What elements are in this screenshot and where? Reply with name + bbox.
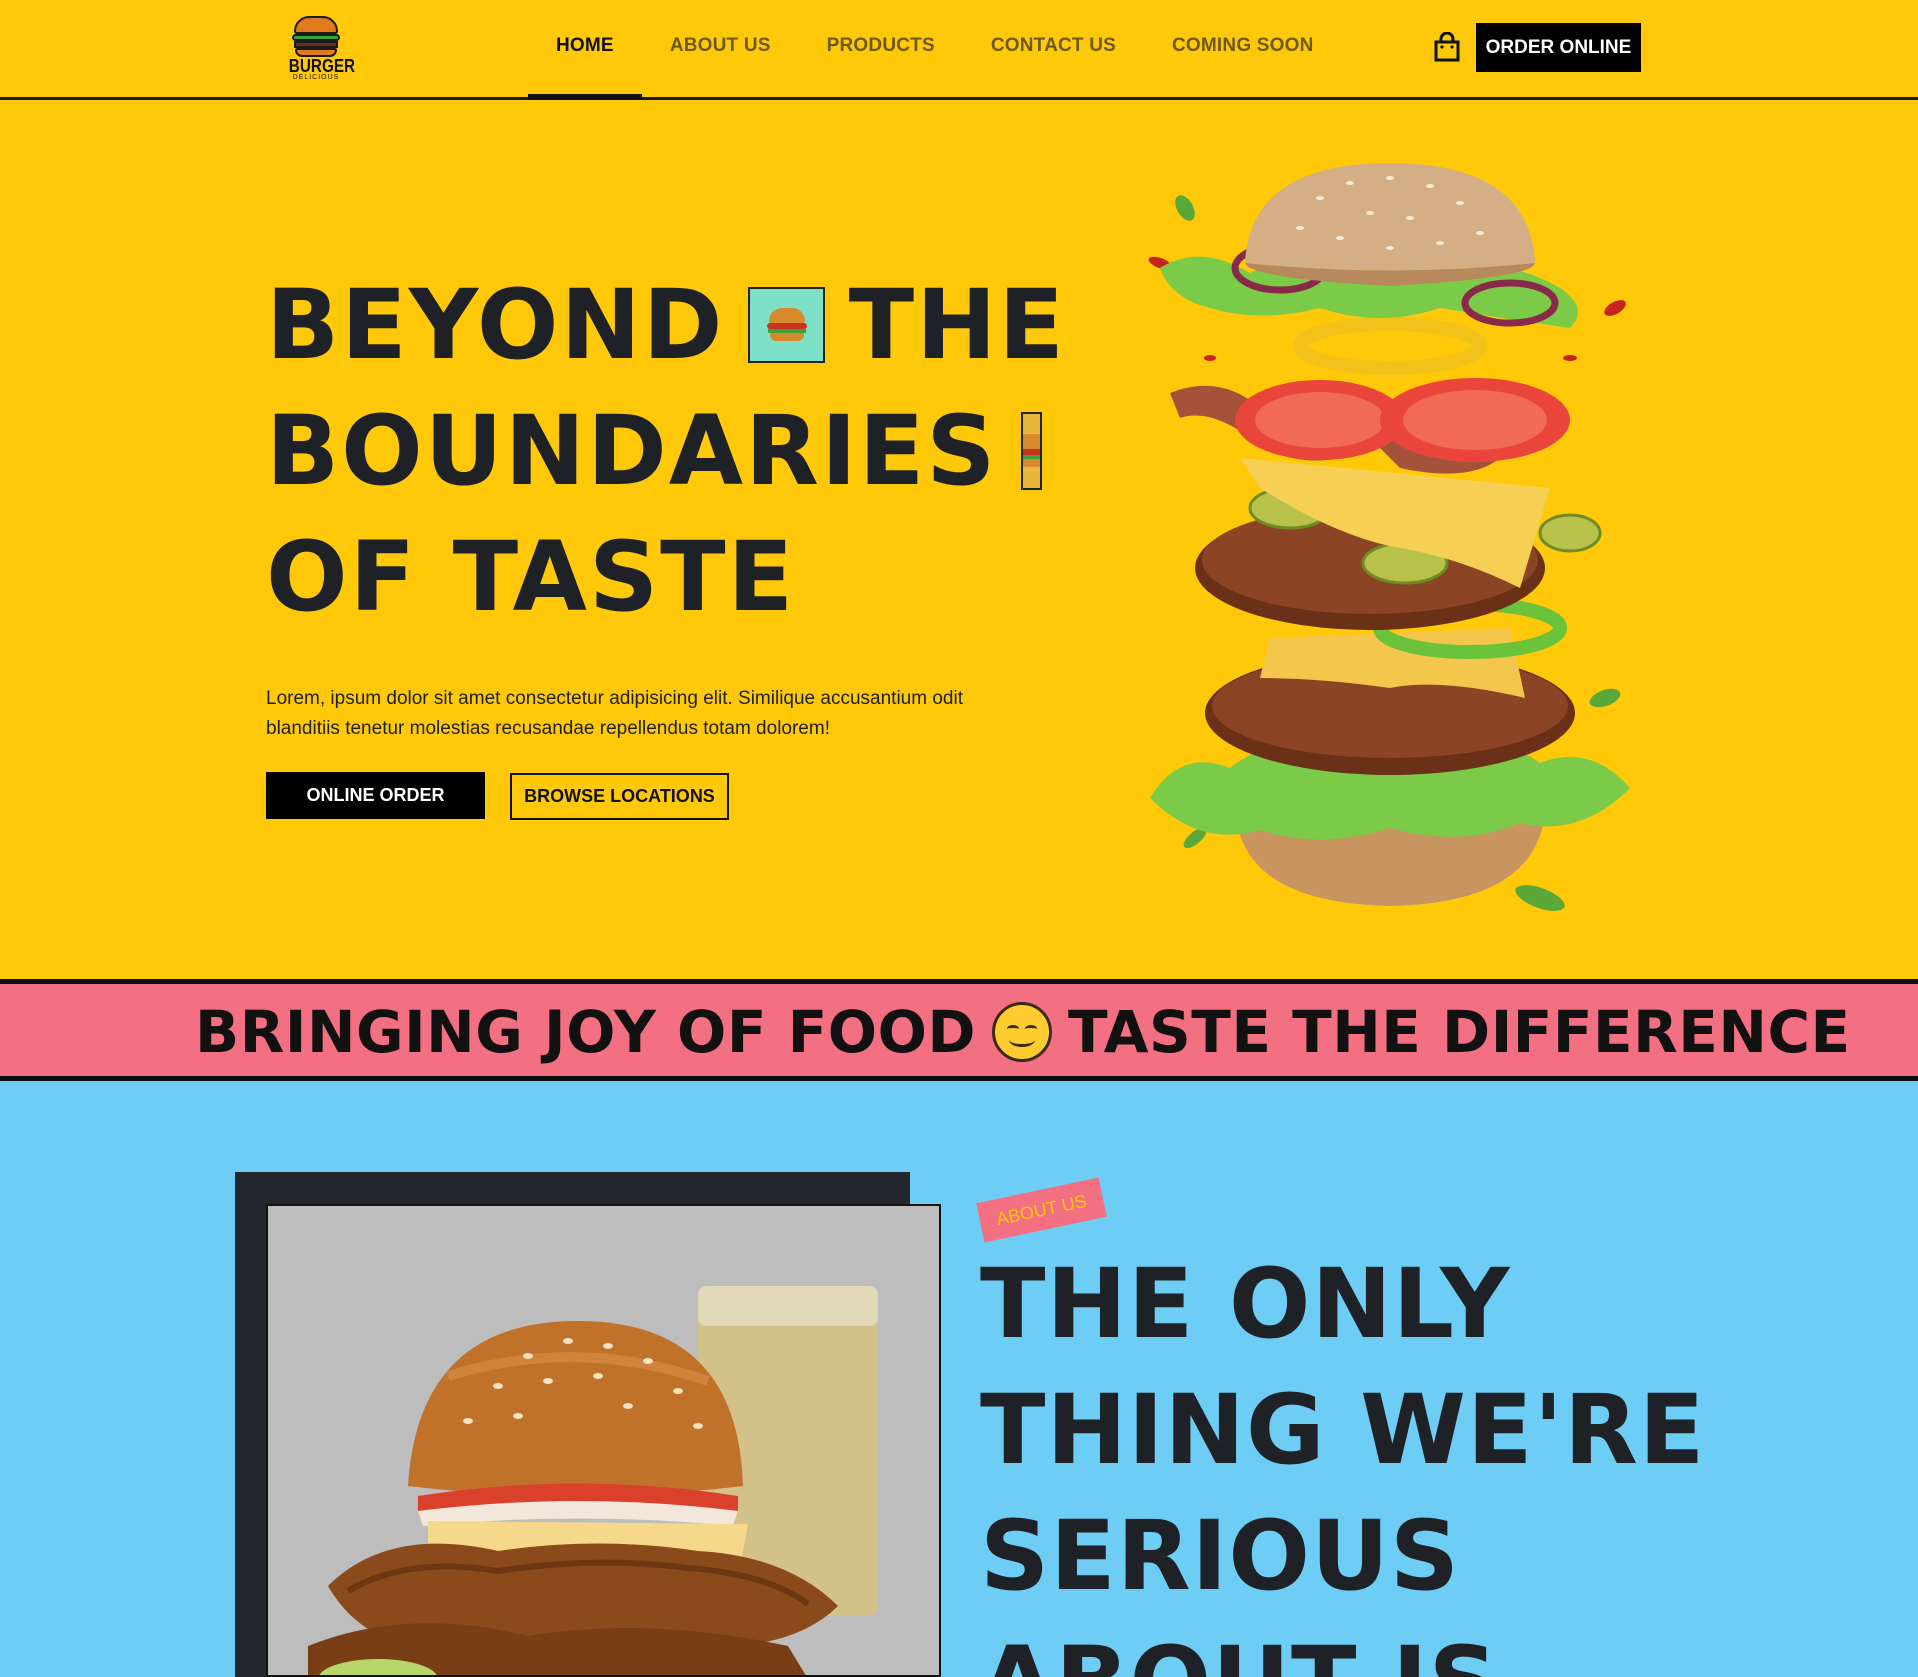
shopping-bag-icon[interactable] <box>1434 31 1460 62</box>
hero-title-word: OF TASTE <box>266 521 796 633</box>
tagline-text: BRINGING JOY OF FOOD TASTE THE DIFFERENC… <box>195 998 1851 1066</box>
about-title-line: THE ONLY <box>980 1248 1511 1360</box>
about-title-line: ABOUT IS <box>980 1619 1740 1677</box>
online-order-button[interactable]: ONLINE ORDER <box>266 772 485 819</box>
about-title: THE ONLY THING WE'RE SERIOUS ABOUT IS <box>980 1241 1740 1677</box>
nav-item-home[interactable]: HOME <box>528 0 642 100</box>
about-us-badge: ABOUT US <box>976 1177 1107 1243</box>
nav-item-contact-us[interactable]: CONTACT US <box>963 0 1144 100</box>
hero-title-word: THE <box>848 269 1066 381</box>
about-section: ABOUT US THE ONLY THING WE'RE SERIOUS AB… <box>0 1081 1918 1677</box>
brand-logo[interactable]: BURGER DELICIOUS <box>284 14 356 90</box>
site-header: BURGER DELICIOUS HOME ABOUT US PRODUCTS … <box>0 0 1918 100</box>
order-online-button[interactable]: ORDER ONLINE <box>1476 23 1641 72</box>
about-title-line: SERIOUS <box>980 1500 1461 1612</box>
burger-thumbnail-image <box>1021 412 1042 490</box>
hero-title-word: BOUNDARIES <box>266 395 998 507</box>
smiley-face-icon <box>992 1002 1053 1062</box>
logo-title: BURGER <box>288 56 356 76</box>
nav-item-coming-soon[interactable]: COMING SOON <box>1144 0 1342 100</box>
nav-item-about-us[interactable]: ABOUT US <box>642 0 799 100</box>
burger-logo-icon <box>291 14 341 58</box>
nav-item-products[interactable]: PRODUCTS <box>799 0 963 100</box>
hero-title: BEYOND THE BOUNDARIES OF TASTE <box>266 262 1066 640</box>
burger-thumbnail-image <box>748 287 825 363</box>
tagline-left: BRINGING JOY OF FOOD <box>195 998 977 1066</box>
tagline-band: BRINGING JOY OF FOOD TASTE THE DIFFERENC… <box>0 979 1918 1081</box>
exploded-burger-image <box>1140 158 1640 918</box>
browse-locations-button[interactable]: BROWSE LOCATIONS <box>510 773 729 820</box>
tagline-right: TASTE THE DIFFERENCE <box>1068 998 1851 1066</box>
about-title-line: THING WE'RE <box>980 1374 1706 1486</box>
main-nav: HOME ABOUT US PRODUCTS CONTACT US COMING… <box>528 0 1342 100</box>
hero-description: Lorem, ipsum dolor sit amet consectetur … <box>266 688 963 739</box>
hero-title-word: BEYOND <box>266 269 725 381</box>
chicken-burger-photo <box>266 1204 941 1677</box>
